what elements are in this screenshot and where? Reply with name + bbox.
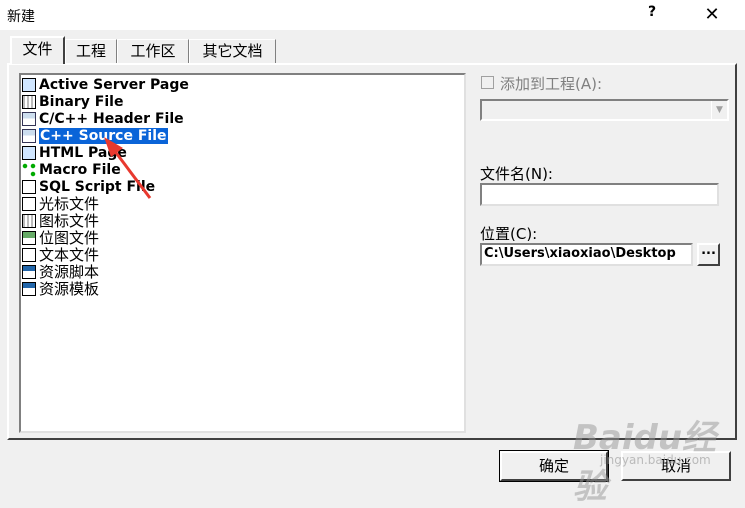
tab-workspaces[interactable]: 工作区 xyxy=(117,39,189,63)
add-to-project-label: 添加到工程(A): xyxy=(500,75,603,93)
cpp-source-file-icon xyxy=(22,128,36,143)
project-combobox[interactable]: ▼ xyxy=(480,99,729,121)
add-to-project-checkbox[interactable] xyxy=(481,76,494,89)
asp-file-icon xyxy=(22,77,36,92)
list-item-label: Active Server Page xyxy=(39,76,189,93)
tab-projects-label: 工程 xyxy=(75,42,106,60)
file-type-list[interactable]: Active Server Page Binary File C/C++ Hea… xyxy=(19,73,466,433)
tab-other-documents-label: 其它文档 xyxy=(202,42,263,60)
filename-label: 文件名(N): xyxy=(480,165,553,183)
window-title: 新建 xyxy=(7,9,35,25)
list-item[interactable]: Active Server Page xyxy=(21,76,464,93)
list-item[interactable]: C/C++ Header File xyxy=(21,110,464,127)
list-item[interactable]: HTML Page xyxy=(21,144,464,161)
list-item-label: HTML Page xyxy=(39,144,127,161)
tab-projects[interactable]: 工程 xyxy=(65,39,117,63)
list-item[interactable]: Macro File xyxy=(21,161,464,178)
tab-files-label: 文件 xyxy=(22,40,53,58)
icon-file-icon xyxy=(22,213,36,228)
resource-template-icon xyxy=(22,281,36,296)
tab-other-documents[interactable]: 其它文档 xyxy=(189,39,276,63)
help-button[interactable]: ? xyxy=(640,4,664,26)
html-page-icon xyxy=(22,145,36,160)
list-item-label: C++ Source File xyxy=(38,126,169,145)
binary-file-icon xyxy=(22,94,36,109)
bitmap-file-icon xyxy=(22,230,36,245)
tab-files[interactable]: 文件 xyxy=(10,36,65,64)
list-item-label: Macro File xyxy=(39,161,121,178)
header-file-icon xyxy=(22,111,36,126)
location-input[interactable]: C:\Users\xiaoxiao\Desktop xyxy=(480,243,693,266)
list-item[interactable]: 资源模板 xyxy=(21,280,464,298)
title-bar: 新建 ? ✕ xyxy=(0,0,745,30)
cursor-file-icon xyxy=(22,196,36,211)
baidu-watermark-url: jingyan.baidu.com xyxy=(600,453,711,467)
tab-workspaces-label: 工作区 xyxy=(130,42,176,60)
filename-input[interactable] xyxy=(480,183,719,206)
close-button[interactable]: ✕ xyxy=(690,0,734,30)
location-label: 位置(C): xyxy=(480,225,538,243)
sql-script-icon xyxy=(22,179,36,194)
list-item-label: Binary File xyxy=(39,93,124,110)
macro-file-icon xyxy=(22,162,36,177)
list-item-label: 资源模板 xyxy=(39,280,100,298)
chevron-down-icon[interactable]: ▼ xyxy=(711,101,727,119)
text-file-icon xyxy=(22,247,36,262)
list-item-selected[interactable]: C++ Source File xyxy=(21,126,464,145)
browse-button[interactable]: ... xyxy=(697,243,720,266)
resource-script-icon xyxy=(22,264,36,279)
list-item-label: C/C++ Header File xyxy=(39,110,184,127)
list-item[interactable]: Binary File xyxy=(21,93,464,110)
